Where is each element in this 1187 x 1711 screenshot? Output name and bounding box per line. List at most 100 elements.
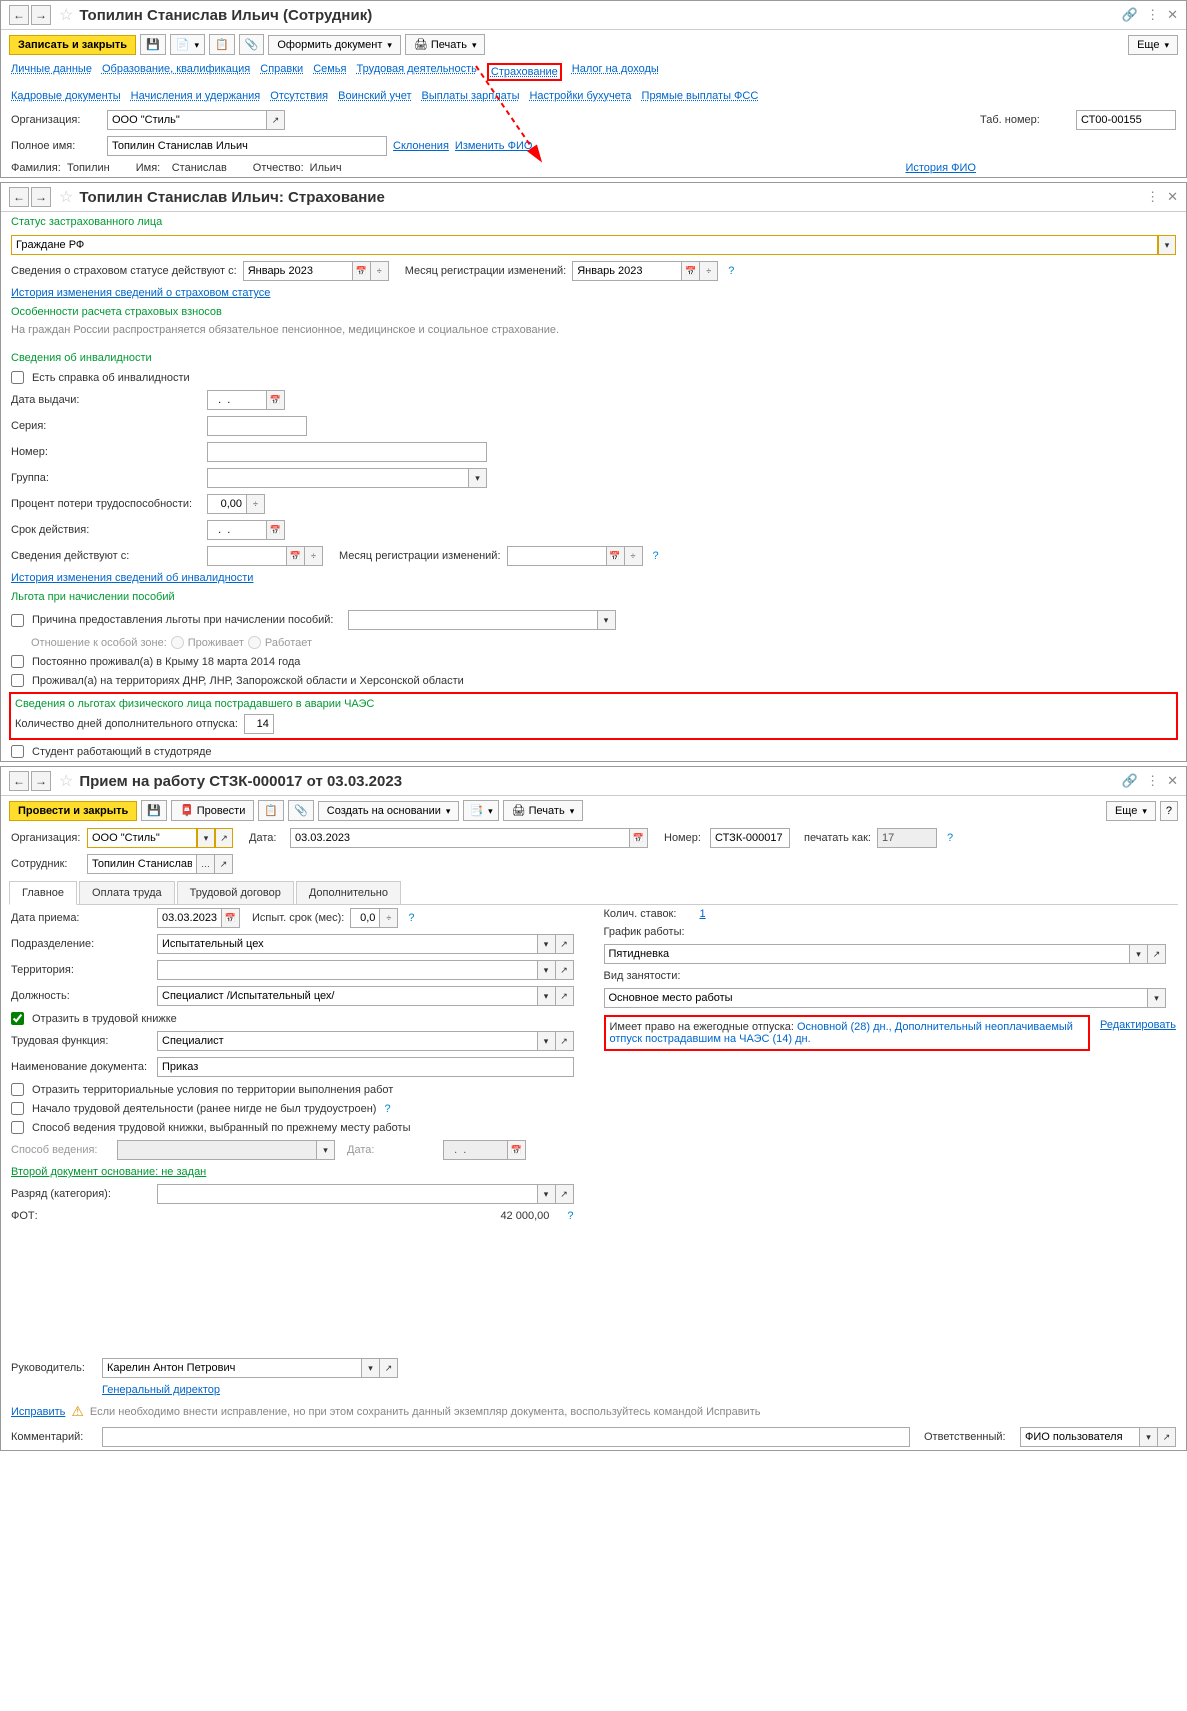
tab-insurance[interactable]: Страхование	[487, 63, 562, 81]
post-close-button[interactable]: Провести и закрыть	[9, 801, 137, 821]
org-input[interactable]	[107, 110, 267, 130]
tab-work[interactable]: Трудовая деятельность	[357, 63, 477, 81]
info-from-input[interactable]	[243, 261, 353, 281]
attach-button[interactable]: 📎	[288, 800, 314, 821]
tab-education[interactable]: Образование, квалификация	[102, 63, 250, 81]
emp-input[interactable]	[87, 854, 197, 874]
open-icon[interactable]: ↗	[556, 986, 574, 1006]
back-button[interactable]: ←	[9, 187, 29, 207]
dropdown-icon[interactable]: ▾	[538, 1031, 556, 1051]
percent-input[interactable]	[207, 494, 247, 514]
tab-main[interactable]: Главное	[9, 881, 77, 905]
doc-button[interactable]: 📋	[258, 800, 284, 821]
more-button[interactable]: Еще	[1106, 801, 1156, 821]
dropdown-icon[interactable]: ▾	[362, 1358, 380, 1378]
save-button[interactable]: 💾	[140, 34, 166, 55]
more-button[interactable]: Еще	[1128, 35, 1178, 55]
spinner-icon[interactable]: ÷	[371, 261, 389, 281]
calendar-icon[interactable]: 📅	[630, 828, 648, 848]
benefit-reason-checkbox[interactable]	[11, 614, 24, 627]
open-icon[interactable]: ↗	[556, 1031, 574, 1051]
doc-name-input[interactable]	[157, 1057, 574, 1077]
template-button[interactable]: 📑	[463, 800, 498, 821]
issue-date-input[interactable]	[207, 390, 267, 410]
responsible-input[interactable]	[1020, 1427, 1140, 1447]
tab-payments[interactable]: Выплаты зарплаты	[422, 90, 520, 102]
save-button[interactable]: 💾	[141, 800, 167, 821]
help-icon[interactable]: ?	[567, 1210, 573, 1222]
num-input[interactable]	[710, 828, 790, 848]
spinner-icon[interactable]: ÷	[380, 908, 398, 928]
rates-link[interactable]: 1	[700, 908, 706, 920]
dropdown-icon[interactable]: ▾	[1148, 988, 1166, 1008]
help-icon[interactable]: ?	[728, 265, 734, 277]
tab-absence[interactable]: Отсутствия	[270, 90, 328, 102]
calendar-icon[interactable]: 📅	[682, 261, 700, 281]
status-input[interactable]	[11, 235, 1158, 255]
crimea-checkbox[interactable]	[11, 655, 24, 668]
dnr-checkbox[interactable]	[11, 674, 24, 687]
post-button[interactable]: 📮 Провести	[171, 800, 254, 821]
has-cert-checkbox[interactable]	[11, 371, 24, 384]
open-icon[interactable]: ↗	[1158, 1427, 1176, 1447]
close-icon[interactable]: ✕	[1167, 189, 1178, 205]
copy-button[interactable]: 📄	[170, 34, 205, 55]
workbook-checkbox[interactable]	[11, 1012, 24, 1025]
tab-pay[interactable]: Оплата труда	[79, 881, 175, 904]
link-icon[interactable]: 🔗	[1122, 7, 1138, 23]
tabno-input[interactable]	[1076, 110, 1176, 130]
fullname-input[interactable]	[107, 136, 387, 156]
student-checkbox[interactable]	[11, 745, 24, 758]
star-icon[interactable]: ☆	[59, 187, 73, 207]
manager-input[interactable]	[102, 1358, 362, 1378]
more-icon[interactable]: ⋮	[1146, 189, 1159, 205]
tab-hr-docs[interactable]: Кадровые документы	[11, 90, 121, 102]
open-icon[interactable]: ↗	[215, 854, 233, 874]
help-icon[interactable]: ?	[384, 1103, 390, 1115]
comment-input[interactable]	[102, 1427, 910, 1447]
dropdown-icon[interactable]: ▾	[1140, 1427, 1158, 1447]
declensions-link[interactable]: Склонения	[393, 140, 449, 152]
spinner-icon[interactable]: ÷	[700, 261, 718, 281]
benefit-reason-input[interactable]	[348, 610, 598, 630]
date-input[interactable]	[290, 828, 630, 848]
forward-button[interactable]: →	[31, 187, 51, 207]
open-icon[interactable]: ↗	[556, 1184, 574, 1204]
group-input[interactable]	[207, 468, 469, 488]
open-icon[interactable]: ↗	[215, 828, 233, 848]
dropdown-icon[interactable]: ▾	[538, 1184, 556, 1204]
dropdown-icon[interactable]: ▾	[598, 610, 616, 630]
open-icon[interactable]: ↗	[556, 960, 574, 980]
help-icon[interactable]: ?	[408, 912, 414, 924]
dropdown-icon[interactable]: ▾	[469, 468, 487, 488]
tab-family[interactable]: Семья	[313, 63, 346, 81]
chaes-days-input[interactable]	[244, 714, 274, 734]
star-icon[interactable]: ☆	[59, 771, 73, 791]
open-icon[interactable]: ↗	[1148, 944, 1166, 964]
save-close-button[interactable]: Записать и закрыть	[9, 35, 136, 55]
more-icon[interactable]: ⋮	[1146, 773, 1159, 789]
dropdown-icon[interactable]: ▾	[1130, 944, 1148, 964]
terr-cond-checkbox[interactable]	[11, 1083, 24, 1096]
tab-military[interactable]: Воинский учет	[338, 90, 411, 102]
spinner-icon[interactable]: ÷	[305, 546, 323, 566]
tab-references[interactable]: Справки	[260, 63, 303, 81]
tab-contract[interactable]: Трудовой договор	[177, 881, 294, 904]
tab-personal[interactable]: Личные данные	[11, 63, 92, 81]
open-icon[interactable]: ↗	[380, 1358, 398, 1378]
edit-link[interactable]: Редактировать	[1100, 1019, 1176, 1031]
close-icon[interactable]: ✕	[1167, 7, 1178, 23]
forward-button[interactable]: →	[31, 5, 51, 25]
manager-pos-link[interactable]: Генеральный директор	[102, 1384, 220, 1396]
link-icon[interactable]: 🔗	[1122, 773, 1138, 789]
schedule-input[interactable]	[604, 944, 1131, 964]
dropdown-icon[interactable]: ▾	[197, 828, 215, 848]
info-from2-input[interactable]	[207, 546, 287, 566]
calendar-icon[interactable]: 📅	[353, 261, 371, 281]
create-based-button[interactable]: Создать на основании	[318, 801, 460, 821]
dropdown-icon[interactable]: ▾	[538, 986, 556, 1006]
func-input[interactable]	[157, 1031, 538, 1051]
probation-input[interactable]	[350, 908, 380, 928]
back-button[interactable]: ←	[9, 5, 29, 25]
tab-accounting[interactable]: Настройки бухучета	[529, 90, 631, 102]
